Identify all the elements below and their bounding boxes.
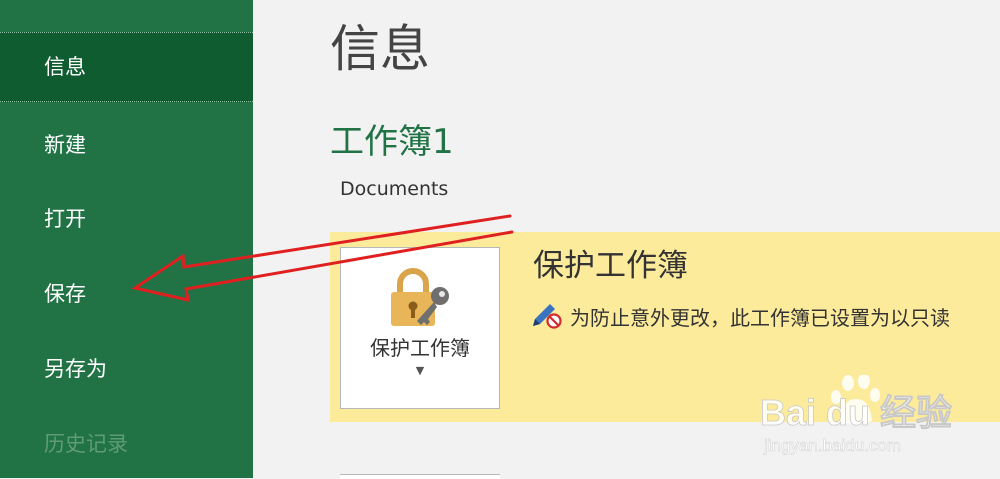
nav-item-save[interactable]: 保存 [0, 259, 253, 329]
page-title: 信息 [330, 20, 430, 78]
nav-item-open[interactable]: 打开 [0, 184, 253, 254]
lock-key-icon [387, 266, 453, 334]
protect-button-label: 保护工作簿 [370, 336, 470, 360]
next-section-button[interactable] [340, 474, 500, 479]
chevron-down-icon: ▼ [415, 364, 425, 377]
document-location[interactable]: Documents [340, 175, 448, 203]
info-pane: 信息 工作簿1 Documents 保护工作簿 ▼ 保护工作簿 为防止意外更改，… [253, 0, 1000, 479]
nav-item-history: 历史记录 [44, 432, 128, 456]
nav-item-save-as[interactable]: 另存为 [0, 334, 253, 404]
protect-description-text: 为防止意外更改，此工作簿已设置为以只读 [570, 306, 950, 330]
edit-restricted-icon [530, 300, 564, 339]
document-name: 工作簿1 [330, 122, 454, 162]
protect-workbook-button[interactable]: 保护工作簿 ▼ [340, 247, 500, 409]
nav-item-new[interactable]: 新建 [0, 110, 253, 180]
protect-heading: 保护工作簿 [533, 248, 688, 284]
nav-item-info[interactable]: 信息 [0, 32, 253, 102]
protect-workbook-panel: 保护工作簿 ▼ 保护工作簿 为防止意外更改，此工作簿已设置为以只读 [330, 232, 1000, 422]
backstage-sidebar: 信息 新建 打开 保存 另存为 历史记录 [0, 0, 253, 478]
protect-description: 为防止意外更改，此工作簿已设置为以只读 [530, 300, 950, 332]
